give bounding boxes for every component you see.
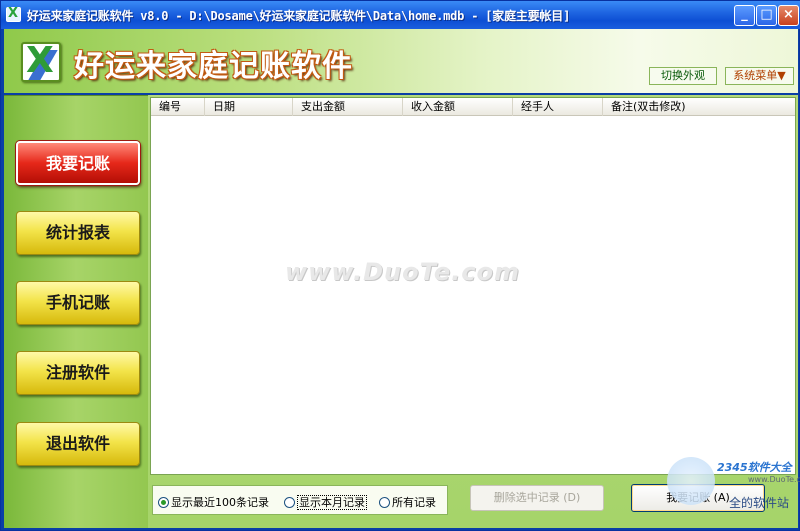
sidebar-item-reports[interactable]: 统计报表 <box>16 211 140 255</box>
sidebar: 我要记账 统计报表 手机记账 注册软件 退出软件 <box>4 95 148 528</box>
records-table[interactable]: 编号 日期 支出金额 收入金额 经手人 备注(双击修改) www.DuoTe.c… <box>150 97 796 475</box>
title-bar[interactable]: X 好运来家庭记账软件 v8.0 - D:\Dosame\好运来家庭记账软件\D… <box>1 1 800 29</box>
radio-dot <box>284 497 295 508</box>
minimize-button[interactable]: _ <box>734 5 755 26</box>
site-logo: 2345软件大全 <box>717 461 792 474</box>
filter-recent-100-radio[interactable]: 显示最近100条记录 <box>158 494 269 510</box>
filter-this-month-radio[interactable]: 显示本月记录 <box>284 494 367 510</box>
sidebar-item-mobile[interactable]: 手机记账 <box>16 281 140 325</box>
sidebar-item-exit[interactable]: 退出软件 <box>16 422 140 466</box>
close-button[interactable]: × <box>778 5 799 26</box>
radio-label: 显示最近100条记录 <box>171 496 269 509</box>
column-header-date[interactable]: 日期 <box>205 98 293 116</box>
column-header-handler[interactable]: 经手人 <box>513 98 603 116</box>
watermark-text: www.DuoTe.com <box>285 258 520 286</box>
filter-radio-group: 显示最近100条记录 显示本月记录 所有记录 <box>152 485 448 515</box>
window-title: 好运来家庭记账软件 v8.0 - D:\Dosame\好运来家庭记账软件\Dat… <box>27 9 571 23</box>
radio-label: 所有记录 <box>392 496 436 509</box>
site-watermark: 2345软件大全 www.DuoTe.com 全的软件站 <box>667 453 800 513</box>
sidebar-item-register[interactable]: 注册软件 <box>16 351 140 395</box>
app-window: X 好运来家庭记账软件 v8.0 - D:\Dosame\好运来家庭记账软件\D… <box>0 0 800 531</box>
system-menu-button[interactable]: 系统菜单▼ <box>725 67 794 85</box>
column-header-expense[interactable]: 支出金额 <box>293 98 403 116</box>
column-header-income[interactable]: 收入金额 <box>403 98 513 116</box>
column-header-id[interactable]: 编号 <box>151 98 205 116</box>
app-title: 好运来家庭记账软件 <box>74 49 353 84</box>
app-logo: X <box>21 40 61 82</box>
delete-selected-button[interactable]: 删除选中记录 (D) <box>470 485 604 511</box>
maximize-button[interactable]: □ <box>756 5 777 26</box>
radio-dot <box>158 497 169 508</box>
site-tagline: 全的软件站 <box>729 496 790 510</box>
mascot-icon <box>667 457 715 505</box>
filter-all-radio[interactable]: 所有记录 <box>379 494 436 510</box>
switch-skin-button[interactable]: 切换外观 <box>649 67 717 85</box>
site-url: www.DuoTe.com <box>748 475 800 484</box>
radio-dot <box>379 497 390 508</box>
sidebar-item-record[interactable]: 我要记账 <box>16 141 140 185</box>
table-header: 编号 日期 支出金额 收入金额 经手人 备注(双击修改) <box>151 98 795 116</box>
column-header-note[interactable]: 备注(双击修改) <box>603 98 795 116</box>
app-icon: X <box>6 6 21 22</box>
radio-label: 显示本月记录 <box>297 495 367 510</box>
header-banner: X 好运来家庭记账软件 切换外观 系统菜单▼ <box>4 29 798 93</box>
